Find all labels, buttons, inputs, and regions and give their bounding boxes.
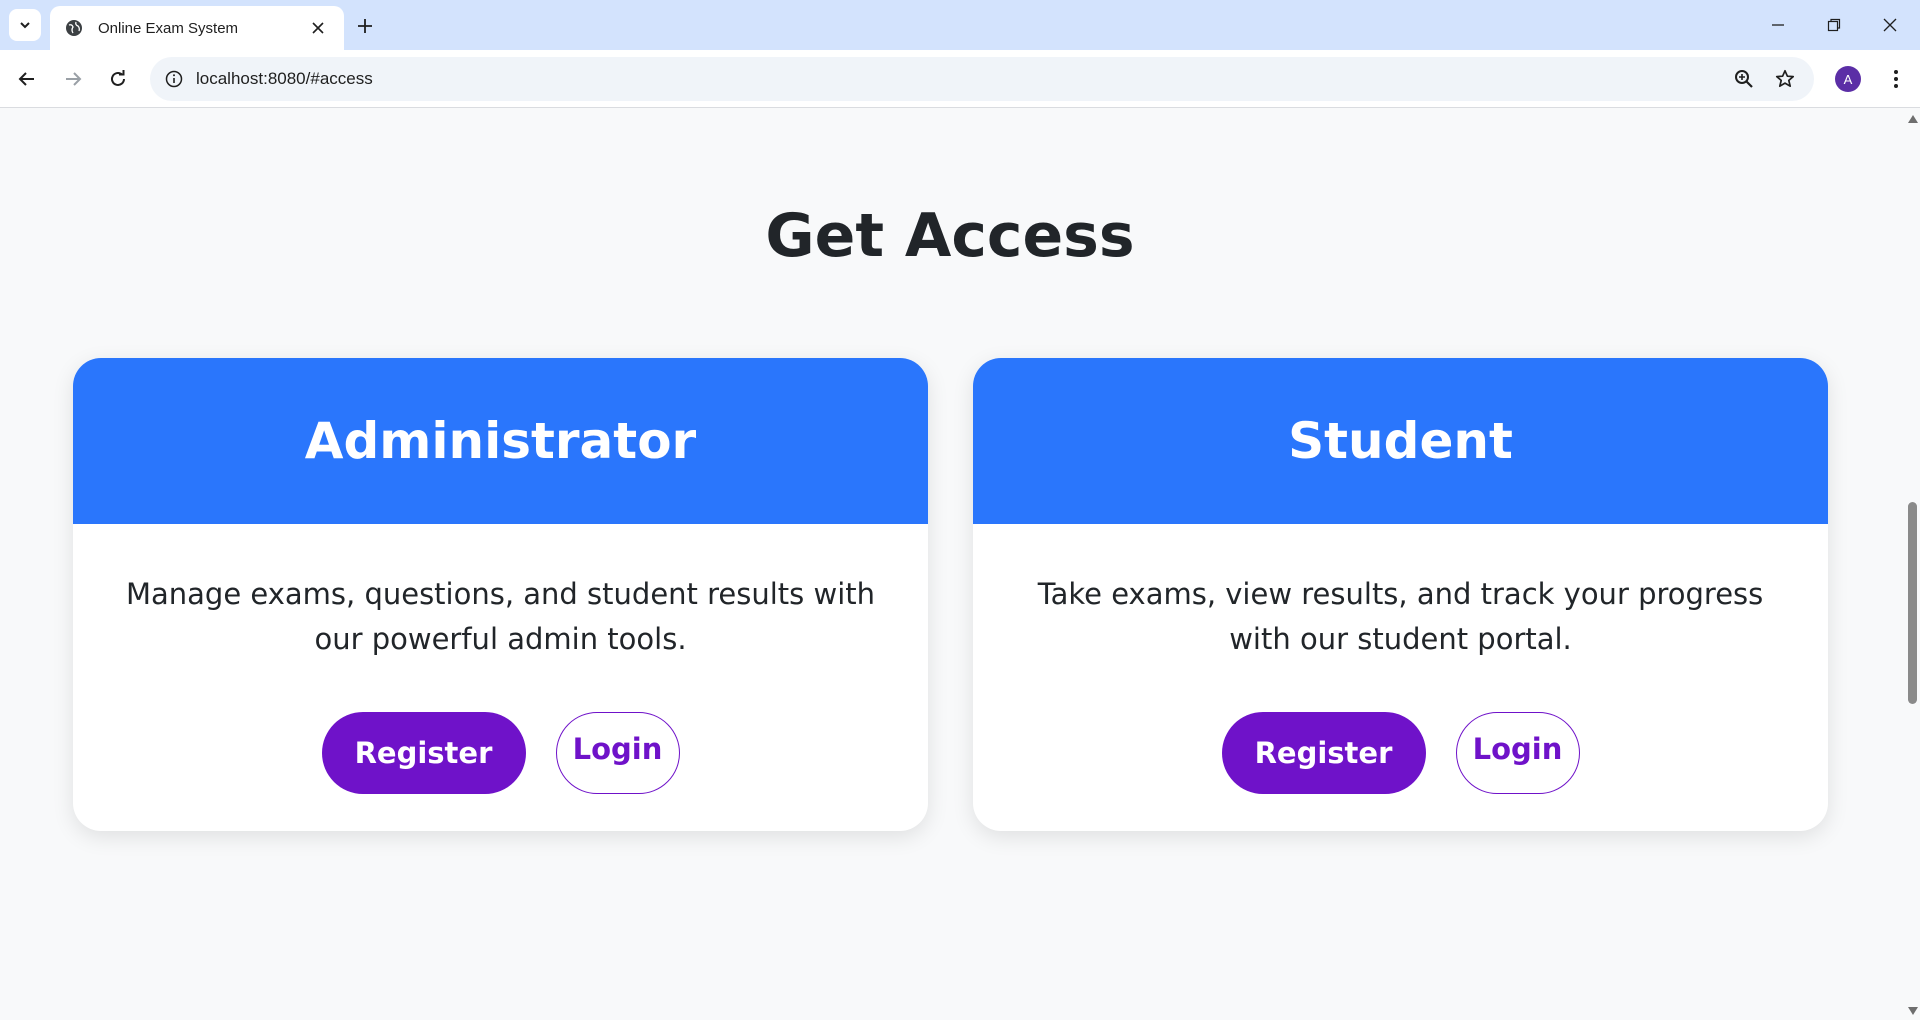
section-title: Get Access — [765, 201, 1135, 271]
arrow-right-icon — [66, 72, 82, 86]
plus-icon — [358, 19, 372, 33]
profile-avatar[interactable]: A — [1835, 66, 1861, 92]
url-text[interactable]: localhost:8080/#access — [196, 69, 373, 89]
admin-register-button[interactable]: Register — [321, 712, 526, 794]
restore-icon — [1827, 18, 1841, 32]
student-card-title: Student — [1288, 412, 1513, 470]
admin-login-button[interactable]: Login — [555, 712, 680, 794]
close-icon — [1883, 18, 1897, 32]
scroll-up-arrow-icon[interactable] — [1907, 113, 1918, 124]
new-tab-button[interactable] — [350, 11, 380, 41]
student-card: Student Take exams, view results, and tr… — [973, 358, 1828, 831]
chevron-down-icon — [20, 22, 30, 29]
administrator-card-header: Administrator — [73, 358, 928, 524]
info-icon[interactable] — [162, 67, 186, 91]
student-register-button[interactable]: Register — [1221, 712, 1426, 794]
scrollbar-thumb[interactable] — [1908, 502, 1917, 704]
restore-button[interactable] — [1806, 0, 1862, 50]
student-card-body: Take exams, view results, and track your… — [973, 524, 1828, 794]
vertical-scrollbar[interactable] — [1905, 109, 1920, 1020]
reload-button[interactable] — [100, 61, 136, 97]
address-bar[interactable]: localhost:8080/#access — [150, 57, 1814, 101]
page-viewport: Get Access Administrator Manage exams, q… — [0, 109, 1905, 1020]
minimize-button[interactable] — [1750, 0, 1806, 50]
student-login-button[interactable]: Login — [1455, 712, 1580, 794]
back-button[interactable] — [9, 61, 45, 97]
browser-toolbar: localhost:8080/#access A — [0, 50, 1920, 108]
tab-search-button[interactable] — [9, 9, 41, 41]
administrator-description: Manage exams, questions, and student res… — [125, 577, 876, 656]
more-vertical-icon — [1894, 70, 1898, 88]
close-window-button[interactable] — [1862, 0, 1918, 50]
arrow-left-icon — [18, 72, 34, 86]
close-tab-icon[interactable] — [306, 16, 330, 40]
student-description: Take exams, view results, and track your… — [1037, 577, 1764, 656]
scroll-down-arrow-icon[interactable] — [1907, 1005, 1918, 1016]
administrator-actions: Register Login — [113, 712, 888, 794]
tab-title: Online Exam System — [98, 19, 239, 37]
student-card-header: Student — [973, 358, 1828, 524]
forward-button[interactable] — [55, 61, 91, 97]
browser-tab[interactable]: Online Exam System — [50, 6, 344, 50]
minimize-icon — [1772, 24, 1784, 26]
administrator-card-title: Administrator — [304, 412, 697, 470]
administrator-card-body: Manage exams, questions, and student res… — [73, 524, 928, 794]
reload-icon — [111, 70, 125, 86]
globe-icon — [64, 18, 84, 38]
student-actions: Register Login — [1013, 712, 1788, 794]
browser-menu-button[interactable] — [1880, 63, 1912, 95]
bookmark-star-icon[interactable] — [1773, 67, 1797, 91]
administrator-card: Administrator Manage exams, questions, a… — [73, 358, 928, 831]
browser-tab-strip: Online Exam System — [0, 0, 1920, 50]
zoom-icon[interactable] — [1732, 67, 1756, 91]
